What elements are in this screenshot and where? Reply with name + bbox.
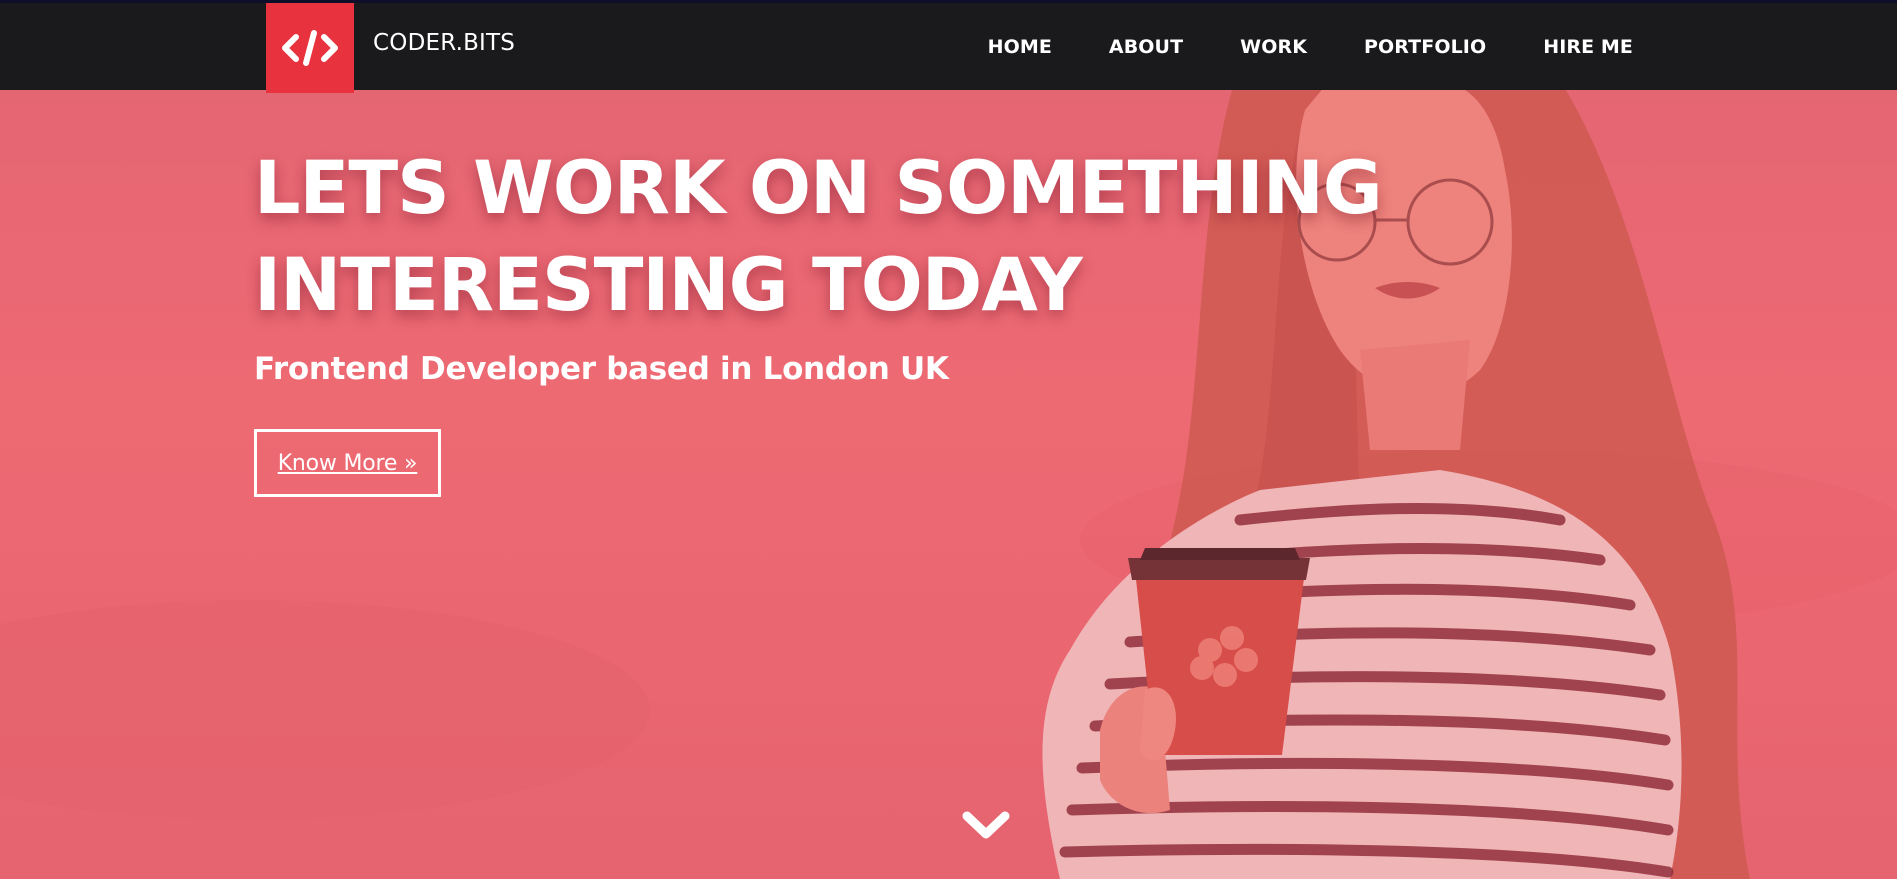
know-more-button[interactable]: Know More » bbox=[254, 429, 441, 497]
hero-title: LETS WORK ON SOMETHING INTERESTING TODAY bbox=[254, 140, 1404, 334]
chevron-down-icon[interactable] bbox=[959, 806, 1013, 844]
main-nav: HOME ABOUT WORK PORTFOLIO HIRE ME bbox=[988, 36, 1633, 58]
nav-work[interactable]: WORK bbox=[1240, 36, 1307, 58]
nav-hire-me[interactable]: HIRE ME bbox=[1543, 36, 1633, 58]
logo[interactable] bbox=[266, 3, 354, 93]
hero-section: LETS WORK ON SOMETHING INTERESTING TODAY… bbox=[0, 90, 1897, 879]
hero-subtitle: Frontend Developer based in London UK bbox=[254, 351, 949, 387]
code-brackets-icon bbox=[282, 30, 338, 66]
nav-portfolio[interactable]: PORTFOLIO bbox=[1364, 36, 1486, 58]
hero-content: LETS WORK ON SOMETHING INTERESTING TODAY… bbox=[254, 140, 1404, 497]
top-navbar: CODER.BITS HOME ABOUT WORK PORTFOLIO HIR… bbox=[0, 0, 1897, 93]
hero-title-line-1: LETS WORK ON SOMETHING bbox=[254, 146, 1383, 231]
brand-name[interactable]: CODER.BITS bbox=[373, 30, 515, 56]
nav-about[interactable]: ABOUT bbox=[1109, 36, 1183, 58]
hero-title-line-2: INTERESTING TODAY bbox=[254, 243, 1083, 328]
nav-home[interactable]: HOME bbox=[988, 36, 1052, 58]
